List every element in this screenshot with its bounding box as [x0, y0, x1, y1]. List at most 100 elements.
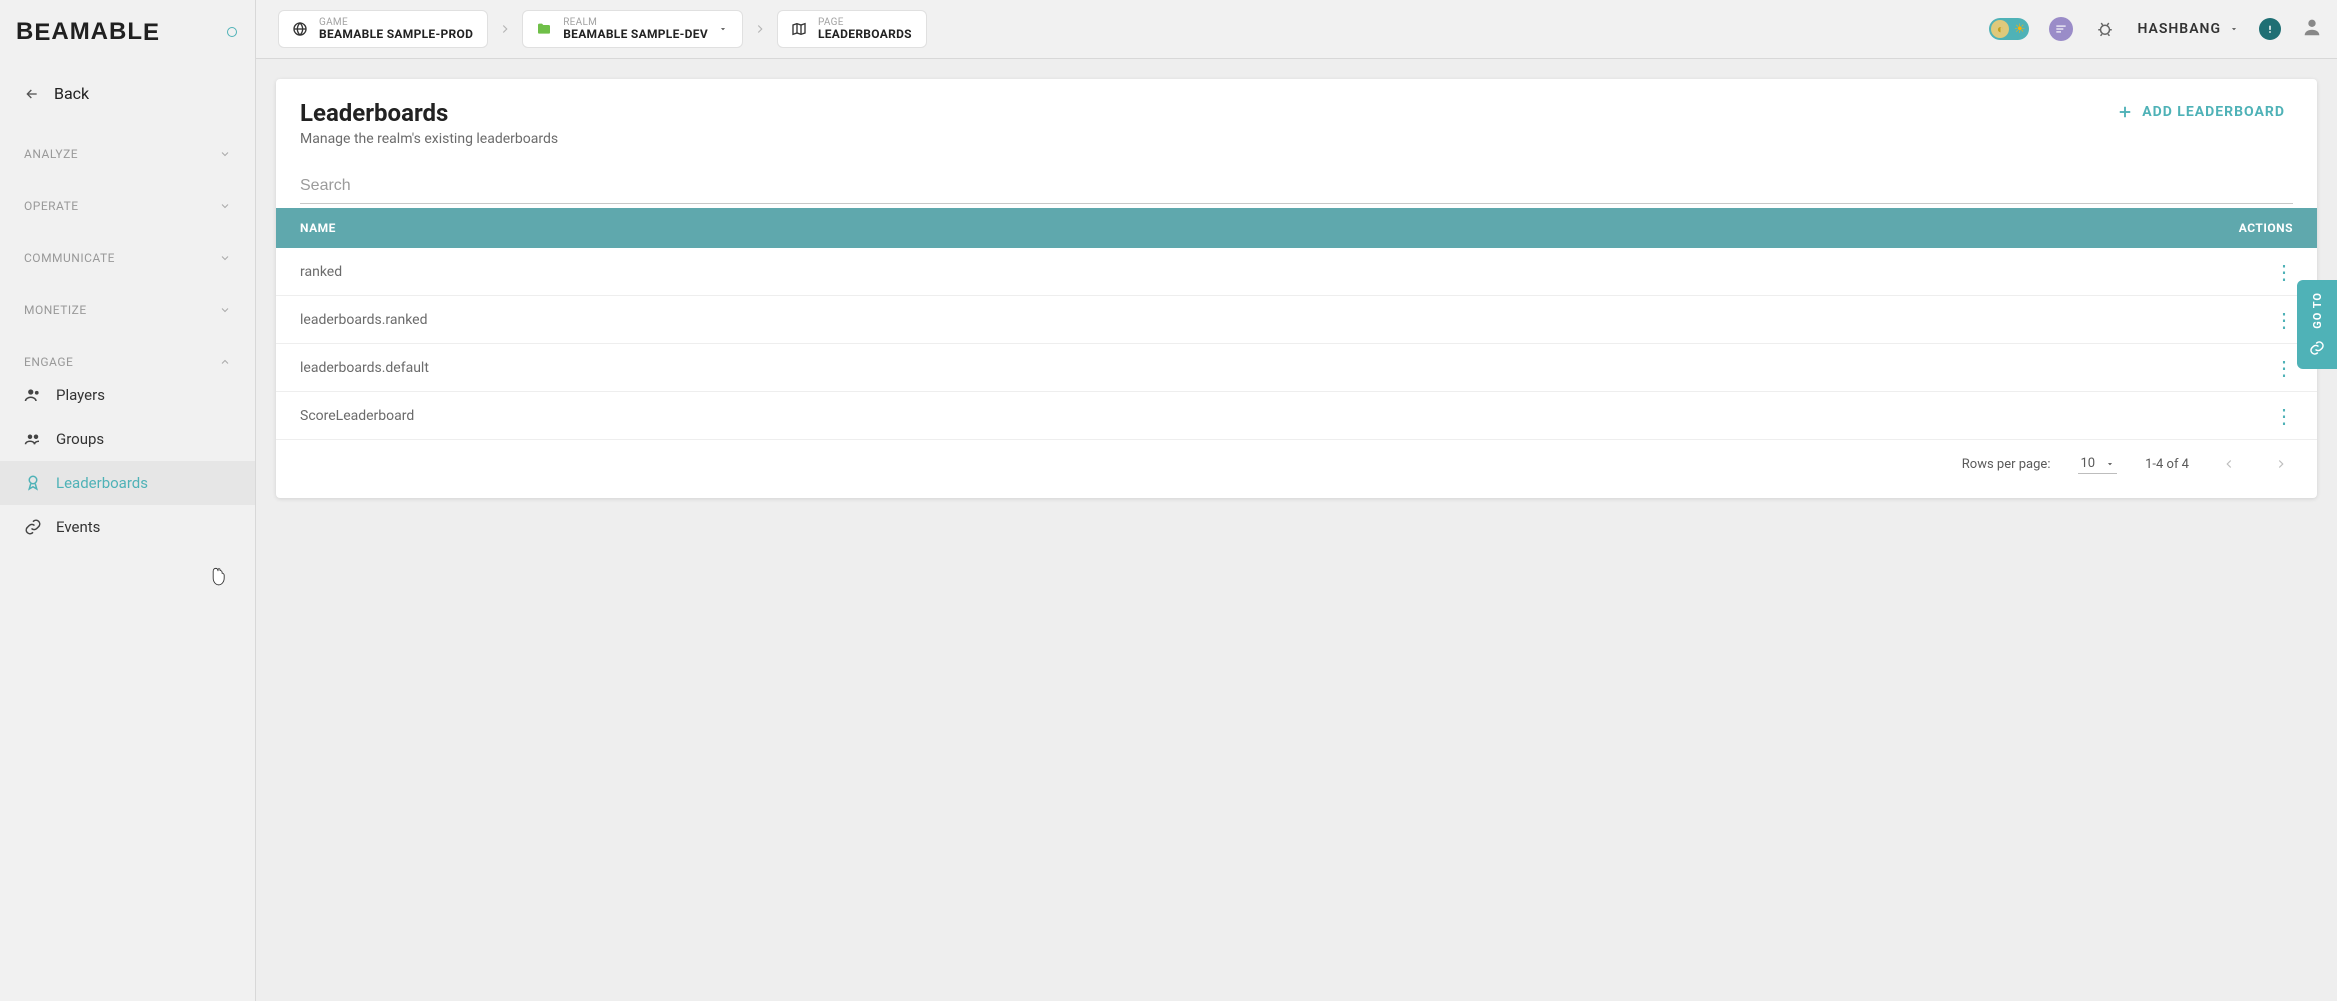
row-actions: ⋮: [2213, 358, 2293, 378]
chevron-left-icon: [2222, 457, 2236, 471]
dropdown-triangle-icon: [2105, 459, 2115, 469]
crumb-page[interactable]: PAGE LEADERBOARDS: [777, 10, 927, 48]
table-row[interactable]: ScoreLeaderboard ⋮: [276, 392, 2317, 440]
row-actions: ⋮: [2213, 310, 2293, 330]
nav-section-label: COMMUNICATE: [24, 251, 115, 265]
page-range: 1-4 of 4: [2145, 457, 2189, 472]
rows-per-page-value: 10: [2080, 456, 2095, 471]
sidebar-item-label: Events: [56, 518, 100, 536]
plus-icon: [2116, 103, 2134, 121]
status-indicator-icon: [227, 27, 237, 37]
crumb-value: BEAMABLE SAMPLE-DEV: [563, 28, 708, 41]
notes-icon: [2054, 22, 2068, 36]
bug-icon: [2096, 20, 2114, 38]
chevron-right-icon: [498, 22, 512, 36]
sidebar-item-label: Leaderboards: [56, 474, 148, 492]
back-label: Back: [54, 84, 89, 103]
sidebar-item-leaderboards[interactable]: Leaderboards: [0, 461, 255, 505]
link-icon: [2308, 339, 2326, 357]
groups-icon: [24, 430, 42, 448]
crumb-realm[interactable]: REALM BEAMABLE SAMPLE-DEV: [522, 10, 743, 48]
go-to-tab[interactable]: GO TO: [2297, 280, 2337, 369]
org-dropdown[interactable]: HASHBANG: [2137, 21, 2239, 37]
crumb-value: LEADERBOARDS: [818, 28, 912, 41]
row-actions-menu-button[interactable]: ⋮: [2274, 358, 2293, 378]
next-page-button[interactable]: [2269, 452, 2293, 476]
row-name: ScoreLeaderboard: [300, 408, 2213, 424]
nav-section-label: ENGAGE: [24, 355, 73, 369]
chevron-down-icon: [219, 304, 231, 316]
nav-section-label: ANALYZE: [24, 147, 78, 161]
add-button-label: ADD LEADERBOARD: [2142, 104, 2285, 120]
nav-section-label: OPERATE: [24, 199, 79, 213]
chevron-down-icon: [219, 148, 231, 160]
sun-icon: ☀: [2014, 22, 2026, 37]
chevron-right-icon: [753, 22, 767, 36]
column-header-actions: ACTIONS: [2213, 221, 2293, 235]
logo: BEAMABLE: [16, 18, 160, 46]
go-to-label: GO TO: [2311, 292, 2324, 329]
dropdown-triangle-icon: [2229, 24, 2239, 34]
person-icon: [2301, 16, 2323, 38]
topbar: GAME BEAMABLE SAMPLE-PROD REALM BEAMABLE…: [256, 0, 2337, 59]
folder-icon: [535, 20, 553, 38]
rows-per-page-label: Rows per page:: [1962, 457, 2051, 472]
bug-report-button[interactable]: [2093, 17, 2117, 41]
sidebar-item-label: Players: [56, 386, 105, 404]
pagination: Rows per page: 10 1-4 of 4: [276, 440, 2317, 494]
nav-section-analyze[interactable]: ANALYZE: [0, 113, 255, 165]
nav-section-communicate[interactable]: COMMUNICATE: [0, 217, 255, 269]
people-icon: [24, 386, 42, 404]
exclamation-icon: [2264, 23, 2276, 35]
sidebar-item-label: Groups: [56, 430, 104, 448]
user-menu[interactable]: [2301, 16, 2323, 42]
link-icon: [24, 518, 42, 536]
crumb-game[interactable]: GAME BEAMABLE SAMPLE-PROD: [278, 10, 488, 48]
sidebar-item-events[interactable]: Events: [0, 505, 255, 549]
row-name: ranked: [300, 264, 2213, 280]
chevron-up-icon: [219, 356, 231, 368]
rows-per-page-select[interactable]: 10: [2078, 454, 2117, 474]
sidebar-item-players[interactable]: Players: [0, 373, 255, 417]
crumb-value: BEAMABLE SAMPLE-PROD: [319, 28, 473, 41]
table-row[interactable]: leaderboards.default ⋮: [276, 344, 2317, 392]
row-actions: ⋮: [2213, 406, 2293, 426]
table-row[interactable]: ranked ⋮: [276, 248, 2317, 296]
nav-section-monetize[interactable]: MONETIZE: [0, 269, 255, 321]
add-leaderboard-button[interactable]: ADD LEADERBOARD: [2108, 99, 2293, 125]
sidebar-item-groups[interactable]: Groups: [0, 417, 255, 461]
nav-section-engage[interactable]: ENGAGE: [0, 321, 255, 373]
prev-page-button[interactable]: [2217, 452, 2241, 476]
search-input[interactable]: [300, 169, 2293, 204]
column-header-name: NAME: [300, 221, 2213, 235]
moon-icon: ◐: [1991, 20, 2009, 38]
content-area: Leaderboards Manage the realm's existing…: [256, 59, 2337, 1001]
page-title: Leaderboards: [300, 99, 558, 127]
chevron-right-icon: [2274, 457, 2288, 471]
theme-toggle[interactable]: ◐ ☀: [1989, 18, 2029, 40]
map-icon: [790, 20, 808, 38]
chevron-down-icon: [219, 252, 231, 264]
sidebar: BEAMABLE Back ANALYZE OPERATE COMMUNICAT…: [0, 0, 256, 1001]
back-button[interactable]: Back: [0, 64, 255, 113]
leaderboards-table: NAME ACTIONS ranked ⋮ leaderboards.ranked ⋮…: [276, 208, 2317, 440]
org-name-label: HASHBANG: [2137, 21, 2221, 37]
dropdown-triangle-icon: [718, 24, 728, 34]
account-alert-button[interactable]: [2259, 18, 2281, 40]
table-header: NAME ACTIONS: [276, 208, 2317, 248]
table-row[interactable]: leaderboards.ranked ⋮: [276, 296, 2317, 344]
row-name: leaderboards.default: [300, 360, 2213, 376]
row-name: leaderboards.ranked: [300, 312, 2213, 328]
leaderboards-card: Leaderboards Manage the realm's existing…: [276, 79, 2317, 498]
arrow-left-icon: [24, 86, 40, 102]
chevron-down-icon: [219, 200, 231, 212]
row-actions: ⋮: [2213, 262, 2293, 282]
nav-section-operate[interactable]: OPERATE: [0, 165, 255, 217]
row-actions-menu-button[interactable]: ⋮: [2274, 406, 2293, 426]
page-subtitle: Manage the realm's existing leaderboards: [300, 131, 558, 147]
notes-button[interactable]: [2049, 17, 2073, 41]
row-actions-menu-button[interactable]: ⋮: [2274, 310, 2293, 330]
globe-icon: [291, 20, 309, 38]
row-actions-menu-button[interactable]: ⋮: [2274, 262, 2293, 282]
nav-section-label: MONETIZE: [24, 303, 87, 317]
